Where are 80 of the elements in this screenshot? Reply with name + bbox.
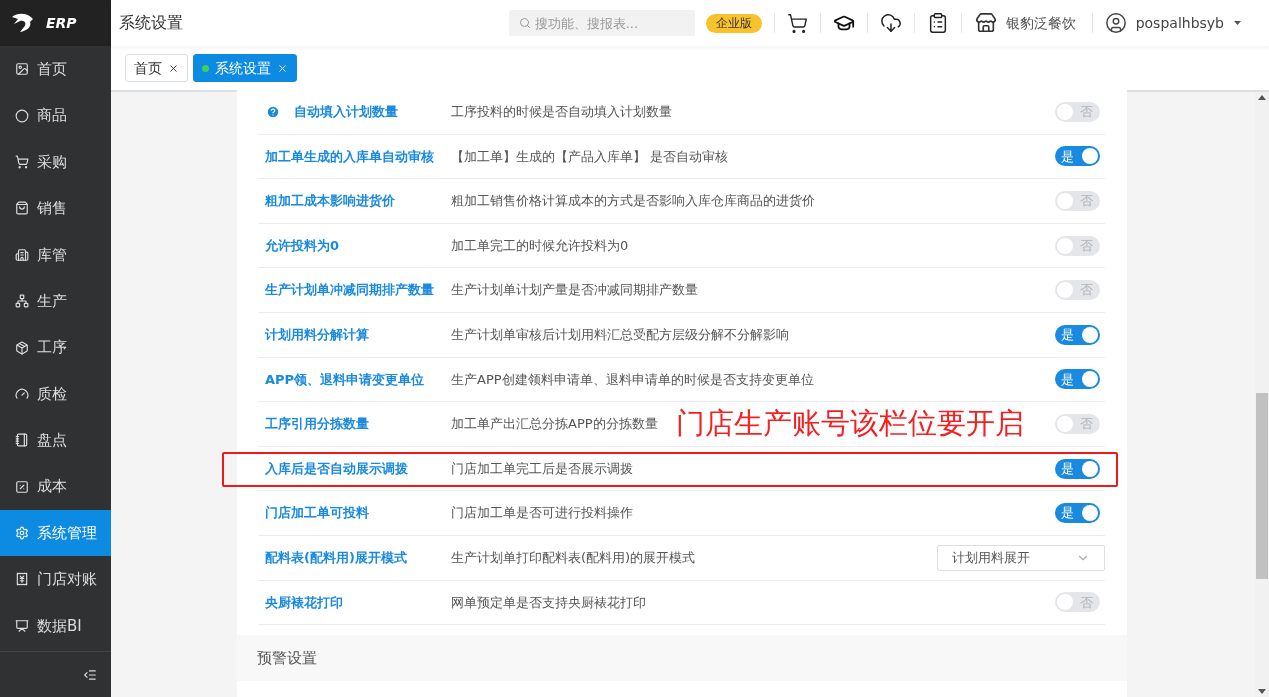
settings-icon (15, 526, 29, 541)
user-avatar-icon[interactable] (1104, 12, 1127, 34)
setting-description: 门店加工单完工后是否展示调拨 (451, 459, 633, 478)
caret-icon[interactable] (1234, 21, 1241, 25)
page-title: 系统设置 (119, 12, 183, 34)
edition-badge: 企业版 (705, 13, 762, 33)
toggle-switch[interactable]: 是 (1055, 458, 1100, 479)
close-icon (277, 62, 288, 74)
building-icon (15, 247, 29, 262)
dropdown-select[interactable]: 计划用料展开 (937, 544, 1105, 571)
bag-icon (15, 201, 29, 216)
setting-description: 生产计划单计划产量是否冲减同期排产数量 (451, 281, 698, 300)
setting-description: 生产计划单审核后计划用料汇总受配方层级分解不分解影响 (451, 326, 789, 344)
setting-description: 生产计划单打印配料表(配料用)的展开模式 (451, 549, 696, 567)
setting-description: 工序投料的时候是否自动填入计划数量 (451, 103, 672, 122)
sidebar-item[interactable]: 门店对账 (0, 556, 111, 603)
circle-icon (15, 108, 29, 123)
section-header: 预警设置 (237, 635, 1127, 682)
toggle-switch[interactable]: 是 (1055, 324, 1100, 345)
picture-icon (15, 62, 29, 77)
page-tab[interactable]: 系统设置 (193, 54, 297, 82)
notebook-icon (15, 433, 29, 448)
setting-description: 粗加工销售价格计算成本的方式是否影响入库仓库商品的进货价 (451, 192, 815, 211)
setting-name: APP领、退料申请变更单位 (265, 370, 425, 389)
setting-description: 【加工单】生成的【产品入库单】 是否自动审核 (451, 147, 729, 166)
logo-text: ERP (46, 13, 77, 33)
logo-icon (10, 12, 36, 34)
setting-description: 门店加工单是否可进行投料操作 (451, 504, 633, 523)
store-icon[interactable] (974, 12, 997, 34)
sidebar-item[interactable]: 工序 (0, 324, 111, 371)
page-tab[interactable]: 首页 (125, 54, 188, 82)
gauge-icon (15, 386, 29, 401)
setting-name: 加工单生成的入库单自动审核 (265, 147, 434, 166)
sidebar-item[interactable]: 商品 (0, 92, 111, 139)
help-icon[interactable] (266, 104, 280, 119)
network-icon (15, 294, 29, 309)
toggle-switch[interactable]: 是 (1055, 369, 1100, 390)
percent-icon (15, 479, 29, 494)
cart-icon (15, 154, 29, 169)
sidebar-item[interactable]: 销售 (0, 185, 111, 232)
sidebar-item[interactable]: 数据BI (0, 602, 111, 650)
sidebar-item[interactable]: 生产 (0, 277, 111, 325)
annotation-text: 门店生产账号该栏位要开启 (675, 409, 1024, 439)
scroll-up-icon[interactable] (1258, 95, 1266, 100)
setting-description: 加工单产出汇总分拣APP的分拣数量 (451, 415, 658, 434)
setting-description: 生产APP创建领料申请单、退料申请单的时候是否支持变更单位 (451, 370, 814, 389)
scroll-thumb[interactable] (1256, 393, 1268, 579)
setting-name: 计划用料分解计算 (265, 326, 369, 344)
setting-description: 网单预定单是否支持央厨裱花打印 (451, 593, 646, 612)
cloud-download-icon[interactable] (879, 12, 902, 34)
sidebar-item[interactable]: 成本 (0, 463, 111, 510)
setting-name: 生产计划单冲减同期排产数量 (265, 281, 434, 300)
sidebar-item[interactable]: 系统管理 (0, 509, 111, 557)
close-icon (168, 62, 179, 74)
presentation-icon (15, 618, 29, 633)
setting-name: 央厨裱花打印 (265, 593, 343, 612)
search-icon (518, 17, 531, 29)
sidebar-item[interactable]: 首页 (0, 46, 111, 93)
sidebar-item[interactable]: 库管 (0, 231, 111, 278)
toggle-switch[interactable]: 是 (1055, 503, 1100, 524)
scroll-down-icon[interactable] (1258, 689, 1266, 694)
receipt-icon (15, 572, 29, 587)
sidebar-item[interactable]: 盘点 (0, 417, 111, 464)
cart-icon[interactable] (786, 12, 808, 34)
sidebar-item[interactable]: 采购 (0, 138, 111, 186)
setting-name: 工序引用分拣数量 (265, 415, 369, 434)
collapse-menu-icon[interactable] (83, 667, 97, 682)
sidebar-item[interactable]: 质检 (0, 370, 111, 418)
setting-name: 门店加工单可投料 (265, 504, 369, 523)
setting-name: 粗加工成本影响进货价 (265, 192, 395, 211)
setting-name: 允许投料为0 (265, 236, 340, 255)
setting-description: 加工单完工的时候允许投料为0 (451, 236, 629, 255)
user-name[interactable]: pospalhbsyb (1135, 12, 1224, 34)
scrollbar[interactable] (1255, 92, 1269, 697)
setting-name: 配料表(配料用)展开模式 (265, 549, 407, 567)
setting-name: 入库后是否自动展示调拨 (265, 459, 408, 478)
toggle-switch[interactable]: 是 (1055, 146, 1100, 167)
search-field[interactable]: 搜功能、搜报表... (508, 10, 695, 36)
store-name[interactable]: 银豹泛餐饮 (1005, 12, 1076, 34)
setting-name: 自动填入计划数量 (294, 103, 398, 122)
